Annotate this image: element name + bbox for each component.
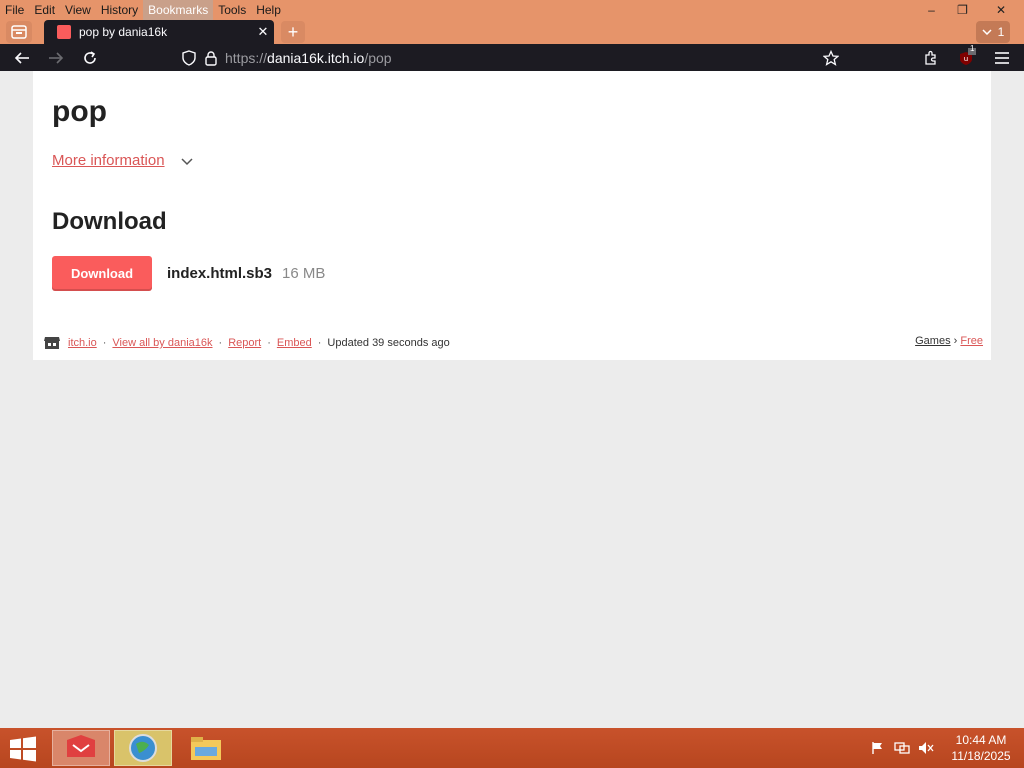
minimize-button[interactable]: –: [916, 0, 947, 20]
svg-text:u: u: [964, 55, 968, 63]
shield-icon: [182, 50, 196, 66]
file-size: 16 MB: [282, 265, 326, 282]
start-button[interactable]: [8, 736, 38, 762]
firefox-view-button[interactable]: [6, 21, 32, 43]
lock-icon: [205, 51, 217, 66]
windows-logo-icon: [10, 736, 36, 762]
footer-separator: ·: [317, 337, 322, 349]
report-link[interactable]: Report: [228, 337, 261, 349]
extensions-button[interactable]: [920, 47, 942, 69]
game-page: pop More information Download Download i…: [33, 71, 991, 360]
back-arrow-icon: [14, 52, 29, 64]
ublock-extension-button[interactable]: u 1: [955, 44, 977, 69]
footer-separator: ·: [218, 337, 223, 349]
page-footer: itch.io · View all by dania16k · Report …: [43, 335, 983, 351]
bookmark-star-icon[interactable]: [823, 50, 839, 66]
back-button[interactable]: [11, 47, 33, 69]
breadcrumb-separator: ›: [953, 335, 958, 347]
more-information-link[interactable]: More information: [52, 152, 165, 169]
extension-badge: 1: [970, 44, 975, 53]
system-tray: 10:44 AM 11/18/2025: [866, 728, 1024, 768]
chevron-down-icon: [982, 29, 992, 35]
window-controls: – ❐ ✕: [916, 0, 1024, 20]
menu-bookmarks[interactable]: Bookmarks: [143, 0, 214, 20]
itch-logo-icon[interactable]: [43, 335, 61, 351]
forward-button[interactable]: [45, 47, 67, 69]
menu-bar: File Edit View History Bookmarks Tools H…: [0, 0, 1024, 20]
app-menu-button[interactable]: [991, 47, 1013, 69]
file-name: index.html.sb3: [167, 265, 273, 282]
taskbar-app-browser[interactable]: [114, 730, 172, 766]
free-link[interactable]: Free: [960, 335, 983, 347]
action-center-flag-icon[interactable]: [868, 740, 888, 756]
taskbar-app-file-explorer[interactable]: [176, 730, 234, 766]
firefox-view-icon: [11, 25, 27, 39]
footer-breadcrumb: Games › Free: [915, 335, 983, 347]
taskbar: 10:44 AM 11/18/2025: [0, 728, 1024, 768]
games-link[interactable]: Games: [915, 335, 950, 347]
tab-close-icon[interactable]: ✕: [252, 24, 274, 40]
tab-list-button[interactable]: 1: [976, 21, 1010, 43]
download-button[interactable]: Download: [52, 256, 152, 291]
menu-file[interactable]: File: [0, 0, 29, 20]
menu-edit[interactable]: Edit: [29, 0, 60, 20]
embed-link[interactable]: Embed: [277, 337, 312, 349]
footer-separator: ·: [102, 337, 107, 349]
itch-io-link[interactable]: itch.io: [68, 337, 97, 349]
menu-tools[interactable]: Tools: [213, 0, 251, 20]
puzzle-icon: [925, 50, 936, 65]
tab-title: pop by dania16k: [79, 25, 168, 39]
view-all-link[interactable]: View all by dania16k: [112, 337, 212, 349]
volume-muted-icon[interactable]: [916, 740, 936, 756]
itch-favicon-icon: [57, 25, 71, 39]
taskbar-app-itch[interactable]: [52, 730, 110, 766]
clock-time: 10:44 AM: [955, 733, 1007, 747]
taskbar-clock[interactable]: 10:44 AM 11/18/2025: [938, 732, 1024, 764]
new-tab-button[interactable]: +: [281, 21, 305, 43]
tab-strip: pop by dania16k ✕ + 1: [0, 20, 1024, 44]
menu-help[interactable]: Help: [251, 0, 286, 20]
chevron-down-icon[interactable]: [181, 155, 193, 167]
download-heading: Download: [52, 208, 167, 235]
reload-button[interactable]: [79, 47, 101, 69]
globe-icon: [129, 734, 157, 762]
hamburger-menu-icon: [995, 52, 1009, 64]
forward-arrow-icon: [49, 52, 64, 64]
restore-button[interactable]: ❐: [947, 0, 978, 20]
tab-count: 1: [997, 25, 1005, 39]
menu-history[interactable]: History: [96, 0, 143, 20]
tab-active[interactable]: pop by dania16k ✕: [44, 20, 274, 44]
close-window-button[interactable]: ✕: [978, 0, 1024, 20]
url-bar[interactable]: https://dania16k.itch.io/pop: [177, 46, 843, 69]
footer-separator: ·: [267, 337, 271, 349]
network-icon[interactable]: [892, 740, 912, 756]
folder-icon: [191, 737, 221, 760]
nav-bar: https://dania16k.itch.io/pop u 1: [0, 44, 1024, 71]
reload-icon: [84, 51, 96, 64]
updated-text: Updated 39 seconds ago: [327, 337, 450, 349]
menu-view[interactable]: View: [60, 0, 96, 20]
page-title: pop: [52, 95, 107, 128]
clock-date: 11/18/2025: [951, 749, 1011, 763]
itch-app-icon: [67, 735, 95, 757]
url-text: https://dania16k.itch.io/pop: [225, 49, 392, 66]
